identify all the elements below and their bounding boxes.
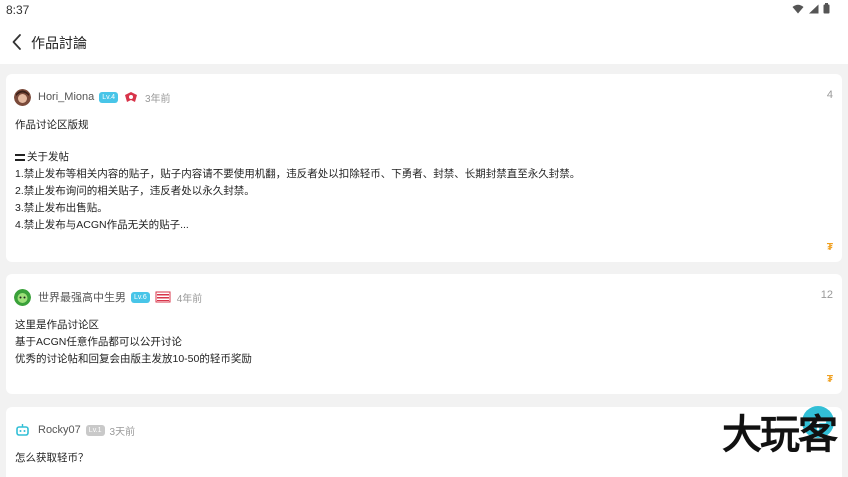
red-flag-icon xyxy=(155,291,171,303)
section-icon xyxy=(15,154,25,161)
post-line: 作品讨论区版规 xyxy=(15,119,89,131)
coin-icon: ₮ xyxy=(826,374,833,385)
status-icons xyxy=(792,3,830,14)
red-badge-icon xyxy=(124,92,137,102)
post-line: 3.禁止发布出售贴。 xyxy=(15,202,108,214)
username[interactable]: Hori_Miona xyxy=(38,91,94,103)
post-content: 作品讨论区版规 关于发帖 1.禁止发布等相关内容的贴子，贴子内容请不要使用机翻，… xyxy=(15,117,580,234)
post-header: Hori_Miona Lv.4 3年前 xyxy=(14,88,171,106)
post-line: 这里是作品讨论区 xyxy=(15,319,99,331)
watermark-logo: 大玩客 xyxy=(722,412,838,458)
post-content: 怎么获取轻币？ xyxy=(15,450,89,467)
wifi-icon xyxy=(792,4,804,13)
post-list: Hori_Miona Lv.4 3年前 4 作品讨论区版规 关于发帖 1.禁止发… xyxy=(0,64,848,477)
post-line: 4.禁止发布与ACGN作品无关的贴子... xyxy=(15,219,189,231)
post-line: 2.禁止发布询问的相关贴子，违反者处以永久封禁。 xyxy=(15,185,255,197)
post-line: 优秀的讨论帖和回复会由版主发放10-50的轻币奖励 xyxy=(15,353,252,365)
coin-icon: ₮ xyxy=(826,242,833,253)
reply-count: 4 xyxy=(826,89,833,101)
page-title: 作品討論 xyxy=(31,35,87,51)
level-badge: Lv.4 xyxy=(99,91,118,103)
post-time: 4年前 xyxy=(176,293,203,305)
status-bar: 8:37 xyxy=(0,0,848,20)
post-line: 关于发帖 xyxy=(27,151,69,163)
username[interactable]: 世界最强高中生男 xyxy=(38,289,126,305)
post-line: 1.禁止发布等相关内容的贴子，贴子内容请不要使用机翻，违反者处以扣除轻币、下勇者… xyxy=(15,168,581,180)
post-line: 基于ACGN任意作品都可以公开讨论 xyxy=(15,336,182,348)
avatar[interactable] xyxy=(14,88,31,106)
status-time: 8:37 xyxy=(6,3,30,17)
username[interactable]: Rocky07 xyxy=(38,424,81,436)
battery-icon xyxy=(823,3,830,14)
post-card[interactable]: 世界最强高中生男 Lv.6 4年前 12 这里是作品讨论区 基于ACGN任意作品… xyxy=(6,274,842,394)
post-content: 这里是作品讨论区 基于ACGN任意作品都可以公开讨论 优秀的讨论帖和回复会由版主… xyxy=(15,317,252,368)
signal-icon xyxy=(809,4,819,13)
avatar[interactable] xyxy=(14,422,31,439)
back-icon[interactable] xyxy=(8,32,28,52)
post-line: 怎么获取轻币？ xyxy=(15,452,89,464)
app-bar: 作品討論 xyxy=(0,20,848,64)
post-header: Rocky07 Lv.1 3天前 xyxy=(14,421,135,439)
post-time: 3年前 xyxy=(144,93,171,105)
post-card[interactable]: Hori_Miona Lv.4 3年前 4 作品讨论区版规 关于发帖 1.禁止发… xyxy=(6,74,842,262)
level-badge: Lv.6 xyxy=(131,291,150,303)
level-badge: Lv.1 xyxy=(85,424,105,436)
post-header: 世界最强高中生男 Lv.6 4年前 xyxy=(14,288,202,306)
post-card[interactable]: Rocky07 Lv.1 3天前 怎么获取轻币？ xyxy=(6,407,842,477)
post-time: 3天前 xyxy=(109,426,136,438)
reply-count: 12 xyxy=(820,289,833,301)
avatar[interactable] xyxy=(14,288,31,306)
